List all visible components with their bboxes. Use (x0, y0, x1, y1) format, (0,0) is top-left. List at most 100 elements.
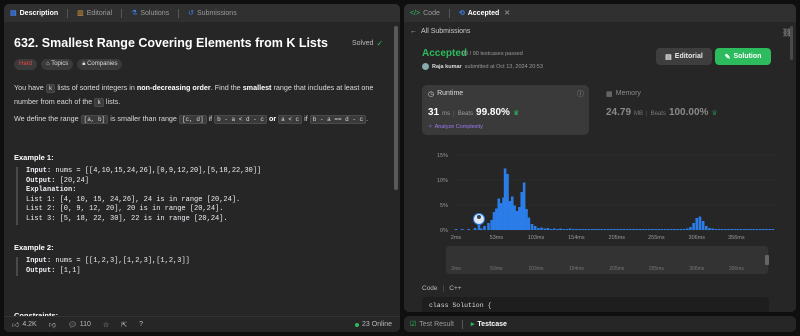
chart-bar[interactable] (568, 228, 572, 231)
chart-bar[interactable] (698, 216, 702, 231)
chart-bar[interactable] (670, 229, 673, 230)
chart-bar[interactable] (768, 229, 771, 230)
chart-bar[interactable] (632, 229, 635, 230)
chart-bar[interactable] (758, 229, 762, 230)
chart-bars[interactable] (454, 168, 775, 231)
chart-bar[interactable] (679, 229, 683, 230)
runtime-card[interactable]: ◷ Runtime ⓘ 31 ms | Beats 99.80% ♛ ✧ Analy… (422, 85, 589, 135)
companies-chip[interactable]: 🔒︎ Companies (77, 59, 123, 70)
dislike-button[interactable]: 👎︎ (49, 320, 56, 329)
chart-bar[interactable] (654, 229, 657, 230)
chart-bar[interactable] (727, 229, 730, 230)
submission-scrollbar[interactable] (790, 26, 793, 60)
chart-bar[interactable] (711, 228, 714, 231)
chart-bar[interactable] (736, 229, 740, 230)
chart-bar[interactable] (682, 229, 686, 230)
chart-bar[interactable] (495, 208, 498, 231)
info-icon[interactable]: ⓘ (577, 89, 584, 99)
tab-description[interactable]: ▤ Description (10, 9, 58, 18)
chart-bar[interactable] (663, 229, 667, 230)
chart-bar[interactable] (499, 203, 503, 230)
chart-bar[interactable] (619, 229, 623, 230)
chart-bar[interactable] (743, 229, 746, 230)
chart-bar[interactable] (540, 227, 543, 231)
tab-solutions[interactable]: ⚗ Solutions (131, 9, 169, 18)
chart-bar[interactable] (704, 226, 708, 230)
chart-bar[interactable] (597, 229, 600, 230)
chart-bar[interactable] (590, 229, 594, 230)
chart-bar[interactable] (638, 229, 642, 230)
chart-bar[interactable] (746, 229, 749, 230)
help-button[interactable]: ? (139, 321, 143, 328)
chart-bar[interactable] (520, 192, 524, 230)
chart-bar[interactable] (587, 229, 591, 230)
chart-bar[interactable] (454, 229, 458, 230)
chart-bar[interactable] (609, 229, 613, 230)
chart-bar[interactable] (518, 207, 521, 230)
avatar[interactable] (422, 63, 429, 70)
share-button[interactable]: ⇱ (121, 321, 127, 329)
tab-accepted[interactable]: ⟲ Accepted ✕ (459, 9, 510, 18)
chart-bar[interactable] (644, 229, 648, 230)
chart-bar[interactable] (562, 229, 566, 230)
chart-bar[interactable] (483, 226, 486, 230)
chart-bar[interactable] (616, 229, 619, 230)
tab-test-result[interactable]: ☑ Test Result (410, 320, 454, 329)
chart-bar[interactable] (635, 229, 638, 230)
chart-bar[interactable] (651, 229, 654, 230)
chart-bar[interactable] (565, 229, 569, 230)
chart-bar[interactable] (603, 229, 607, 230)
chart-bar[interactable] (660, 229, 664, 230)
chart-bar[interactable] (657, 229, 661, 230)
chart-bar[interactable] (622, 229, 626, 230)
tab-testcase[interactable]: ▸ Testcase (471, 320, 507, 329)
chart-bar[interactable] (714, 229, 718, 230)
tab-editorial[interactable]: ▥ Editorial (77, 9, 112, 18)
chart-bar[interactable] (546, 228, 550, 230)
chart-bar[interactable] (717, 229, 721, 230)
all-submissions-link[interactable]: ← All Submissions (410, 28, 470, 35)
runtime-distribution-chart[interactable]: 15% 10% 5% 0% 2ms 53ms 103ms 154ms 205ms 255ms 30… (404, 142, 796, 250)
chart-bar[interactable] (522, 182, 526, 231)
chart-bar[interactable] (530, 224, 534, 230)
chart-bar[interactable] (647, 229, 651, 230)
chart-bar[interactable] (600, 229, 604, 230)
chart-bar[interactable] (594, 229, 597, 230)
chart-bar[interactable] (467, 229, 470, 230)
chart-bar[interactable] (765, 229, 768, 230)
range-handle[interactable] (765, 255, 769, 265)
tab-submissions[interactable]: ↺ Submissions (188, 9, 237, 18)
chart-bar[interactable] (613, 229, 616, 230)
chart-bar[interactable] (510, 196, 514, 231)
chart-bar[interactable] (527, 217, 531, 231)
chart-bar[interactable] (581, 229, 585, 230)
chart-bar[interactable] (513, 205, 516, 231)
chart-bar[interactable] (480, 228, 483, 231)
like-button[interactable]: 👍︎ 4.2K (12, 320, 37, 329)
chart-bar[interactable] (559, 228, 562, 231)
chart-bar[interactable] (578, 229, 581, 230)
chart-bar[interactable] (666, 229, 670, 230)
chart-bar[interactable] (473, 228, 477, 230)
chart-bar[interactable] (771, 229, 775, 230)
chart-bar[interactable] (552, 228, 556, 231)
chart-bar[interactable] (508, 201, 512, 230)
chart-bar[interactable] (497, 198, 501, 231)
chart-bar[interactable] (571, 229, 575, 230)
favorite-button[interactable]: ☆ (103, 321, 109, 329)
chart-bar[interactable] (739, 229, 743, 230)
chart-bar[interactable] (461, 229, 464, 230)
chart-bar[interactable] (730, 229, 733, 230)
chart-bar[interactable] (724, 229, 727, 230)
chart-bar[interactable] (733, 229, 737, 230)
chart-bar[interactable] (692, 223, 695, 230)
chart-bar[interactable] (641, 229, 645, 230)
chart-bar[interactable] (503, 168, 507, 231)
chart-bar[interactable] (492, 212, 496, 230)
memory-card[interactable]: ▦ Memory 24.79 MB | Beats 100.00% ♛ (600, 85, 767, 135)
chart-bar[interactable] (695, 218, 699, 230)
chart-bar[interactable] (575, 229, 578, 230)
chart-bar[interactable] (689, 227, 692, 230)
chart-bar[interactable] (762, 229, 765, 230)
chart-bar[interactable] (720, 229, 724, 230)
